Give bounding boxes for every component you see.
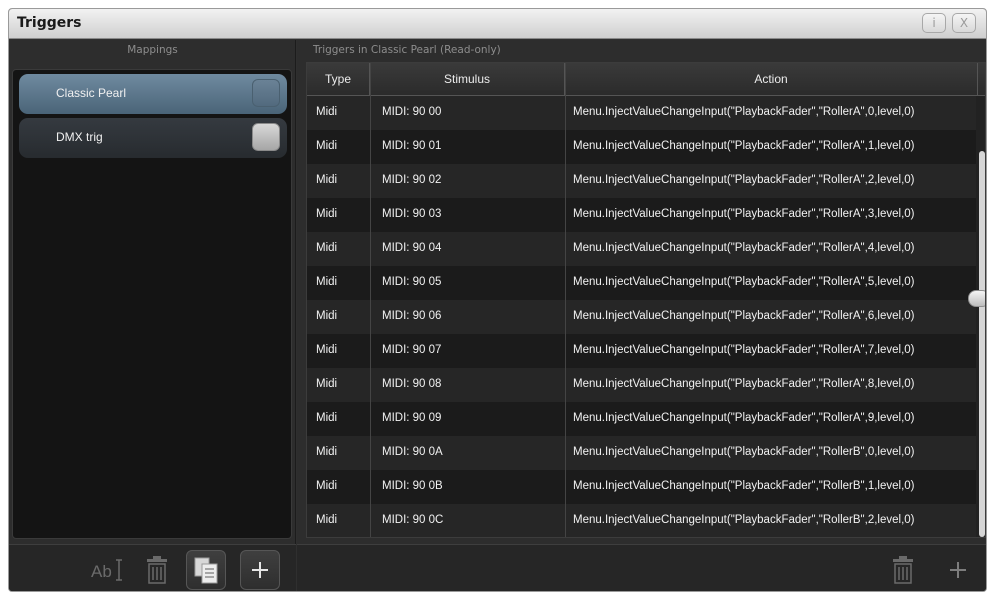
add-trigger-button[interactable] <box>938 550 978 590</box>
type-cell: Midi <box>316 446 338 458</box>
scroll-thumb[interactable] <box>968 290 985 307</box>
action-cell: Menu.InjectValueChangeInput("PlaybackFad… <box>573 514 915 526</box>
rename-icon: Ab <box>91 559 122 581</box>
type-cell: Midi <box>316 208 338 220</box>
column-header-action[interactable]: Action <box>565 63 978 96</box>
rename-button[interactable]: Ab <box>87 550 127 590</box>
triggers-header: Triggers in Classic Pearl (Read-only) <box>313 44 501 56</box>
stimulus-cell: MIDI: 90 0C <box>382 514 444 526</box>
triggers-panel: Triggers in Classic Pearl (Read-only) Ty… <box>297 40 986 591</box>
type-cell: Midi <box>316 412 338 424</box>
type-cell: Midi <box>316 310 338 322</box>
copy-mapping-button[interactable] <box>186 550 226 590</box>
info-button[interactable]: i <box>922 13 946 33</box>
stimulus-cell: MIDI: 90 08 <box>382 378 442 390</box>
svg-text:Ab: Ab <box>91 562 112 581</box>
stimulus-cell: MIDI: 90 05 <box>382 276 442 288</box>
mapping-item-dmx-trig[interactable]: DMX trig <box>19 118 287 158</box>
table-row[interactable]: Midi MIDI: 90 0C Menu.InjectValueChangeInp… <box>307 504 977 537</box>
action-cell: Menu.InjectValueChangeInput("PlaybackFad… <box>573 242 915 254</box>
table-row[interactable]: Midi MIDI: 90 04 Menu.InjectValueChangeInp… <box>307 232 977 266</box>
mapping-label: DMX trig <box>56 130 103 144</box>
action-cell: Menu.InjectValueChangeInput("PlaybackFad… <box>573 140 915 152</box>
trash-icon <box>893 556 913 584</box>
type-cell: Midi <box>316 140 338 152</box>
action-cell: Menu.InjectValueChangeInput("PlaybackFad… <box>573 276 915 288</box>
type-cell: Midi <box>316 514 338 526</box>
action-cell: Menu.InjectValueChangeInput("PlaybackFad… <box>573 106 915 118</box>
table-row[interactable]: Midi MIDI: 90 08 Menu.InjectValueChangeInp… <box>307 368 977 402</box>
stimulus-cell: MIDI: 90 03 <box>382 208 442 220</box>
mapping-item-classic-pearl[interactable]: Classic Pearl <box>19 74 287 114</box>
column-header-stimulus[interactable]: Stimulus <box>370 63 565 96</box>
table-row[interactable]: Midi MIDI: 90 02 Menu.InjectValueChangeInp… <box>307 164 977 198</box>
action-cell: Menu.InjectValueChangeInput("PlaybackFad… <box>573 378 915 390</box>
triggers-toolbar <box>297 544 986 591</box>
action-cell: Menu.InjectValueChangeInput("PlaybackFad… <box>573 412 915 424</box>
stimulus-cell: MIDI: 90 09 <box>382 412 442 424</box>
stimulus-cell: MIDI: 90 00 <box>382 106 442 118</box>
column-divider <box>370 63 371 537</box>
table-row[interactable]: Midi MIDI: 90 07 Menu.InjectValueChangeInp… <box>307 334 977 368</box>
mappings-toolbar: Ab <box>9 544 296 591</box>
type-cell: Midi <box>316 174 338 186</box>
type-cell: Midi <box>316 480 338 492</box>
type-cell: Midi <box>316 378 338 390</box>
stimulus-cell: MIDI: 90 01 <box>382 140 442 152</box>
delete-mapping-button[interactable] <box>137 550 177 590</box>
type-cell: Midi <box>316 106 338 118</box>
table-row[interactable]: Midi MIDI: 90 06 Menu.InjectValueChangeInp… <box>307 300 977 334</box>
column-header-type[interactable]: Type <box>307 63 370 96</box>
table-row[interactable]: Midi MIDI: 90 0B Menu.InjectValueChangeInp… <box>307 470 977 504</box>
plus-icon <box>252 562 268 578</box>
trash-icon <box>147 556 167 584</box>
add-mapping-button[interactable] <box>240 550 280 590</box>
mapping-checkbox[interactable] <box>252 123 280 151</box>
stimulus-cell: MIDI: 90 02 <box>382 174 442 186</box>
stimulus-cell: MIDI: 90 07 <box>382 344 442 356</box>
stimulus-cell: MIDI: 90 06 <box>382 310 442 322</box>
action-cell: Menu.InjectValueChangeInput("PlaybackFad… <box>573 344 915 356</box>
table-row[interactable]: Midi MIDI: 90 00 Menu.InjectValueChangeInp… <box>307 96 977 130</box>
mappings-panel: Mappings Classic Pearl DMX trig Ab <box>9 40 296 591</box>
window-title: Triggers <box>17 15 82 31</box>
mapping-label: Classic Pearl <box>56 86 127 100</box>
copy-icon <box>194 557 218 584</box>
table-row[interactable]: Midi MIDI: 90 05 Menu.InjectValueChangeInp… <box>307 266 977 300</box>
action-cell: Menu.InjectValueChangeInput("PlaybackFad… <box>573 480 915 492</box>
close-button[interactable]: X <box>952 13 976 33</box>
mappings-header: Mappings <box>127 44 178 56</box>
table-row[interactable]: Midi MIDI: 90 09 Menu.InjectValueChangeInp… <box>307 402 977 436</box>
action-cell: Menu.InjectValueChangeInput("PlaybackFad… <box>573 446 915 458</box>
table-row[interactable]: Midi MIDI: 90 01 Menu.InjectValueChangeInp… <box>307 130 977 164</box>
column-divider <box>565 63 566 537</box>
table-row[interactable]: Midi MIDI: 90 0A Menu.InjectValueChangeInp… <box>307 436 977 470</box>
action-cell: Menu.InjectValueChangeInput("PlaybackFad… <box>573 310 915 322</box>
stimulus-cell: MIDI: 90 04 <box>382 242 442 254</box>
stimulus-cell: MIDI: 90 0A <box>382 446 443 458</box>
action-cell: Menu.InjectValueChangeInput("PlaybackFad… <box>573 174 915 186</box>
table-header: Type Stimulus Action <box>307 63 985 96</box>
scrollbar[interactable] <box>979 151 985 537</box>
type-cell: Midi <box>316 276 338 288</box>
triggers-window: Triggers i X Mappings Classic Pearl DMX … <box>8 8 987 592</box>
mappings-list: Classic Pearl DMX trig <box>12 69 292 539</box>
stimulus-cell: MIDI: 90 0B <box>382 480 443 492</box>
action-cell: Menu.InjectValueChangeInput("PlaybackFad… <box>573 208 915 220</box>
table-row[interactable]: Midi MIDI: 90 03 Menu.InjectValueChangeInp… <box>307 198 977 232</box>
triggers-table: Type Stimulus Action Midi MIDI: 90 00 Menu… <box>306 62 986 538</box>
type-cell: Midi <box>316 242 338 254</box>
type-cell: Midi <box>316 344 338 356</box>
plus-icon <box>950 562 966 578</box>
mapping-checkbox[interactable] <box>252 79 280 107</box>
title-bar: Triggers i X <box>9 9 986 39</box>
delete-trigger-button[interactable] <box>883 550 923 590</box>
